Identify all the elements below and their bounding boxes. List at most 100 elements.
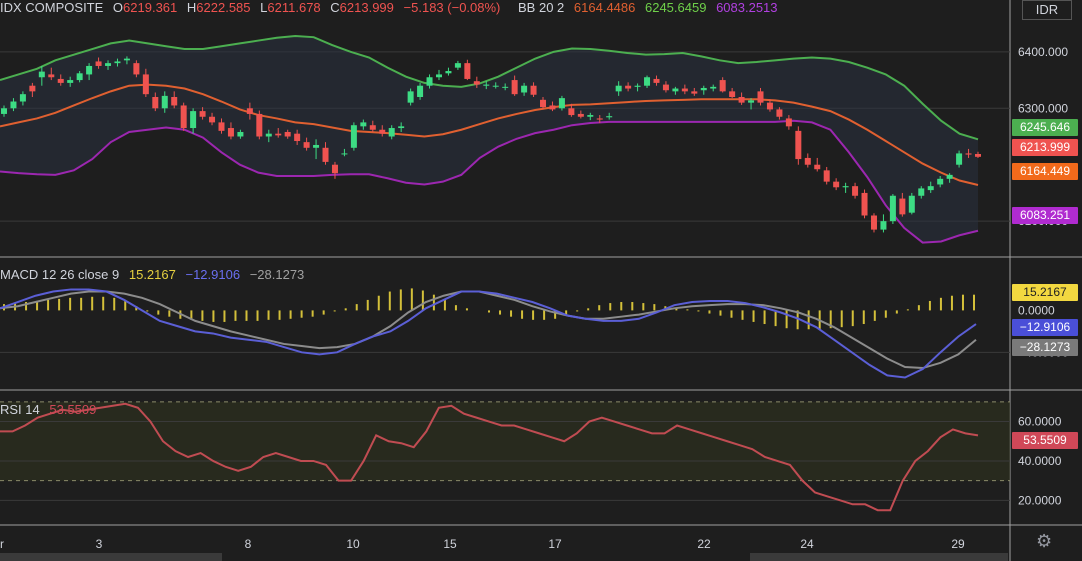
macd-legend: MACD 12 26 close 9 15.2167 −12.9106 −28.… (0, 267, 310, 282)
candle-body (190, 111, 197, 129)
candle-body (521, 85, 528, 93)
candle-body (937, 178, 944, 185)
time-tick-label: 10 (346, 537, 360, 551)
candle-body (464, 63, 471, 79)
rsi-price-label: 53.5509 (1012, 432, 1078, 449)
bb-label: BB 20 2 (518, 0, 565, 15)
candle-body (48, 74, 55, 78)
candle-body (142, 74, 149, 95)
candle-body (644, 77, 651, 86)
macd-signal-price-label: −28.1273 (1012, 339, 1078, 356)
candle-body (804, 157, 811, 165)
time-tick-label: 24 (800, 537, 814, 551)
candle-body (681, 88, 688, 92)
time-tick-label: 29 (951, 537, 965, 551)
settings-gear-icon[interactable]: ⚙ (1036, 531, 1052, 552)
candle-body (67, 80, 74, 83)
candle-body (350, 125, 357, 148)
candle-body (558, 98, 565, 109)
candle-body (10, 101, 17, 109)
candle-body (719, 80, 726, 92)
bb-upper-price-label: 6245.646 (1012, 119, 1078, 136)
candle-body (209, 116, 216, 123)
candle-body (445, 71, 452, 74)
candle-body (549, 105, 556, 110)
candle-body (956, 153, 963, 165)
candle-body (294, 133, 301, 142)
candle-body (776, 109, 783, 117)
time-scrollbar (0, 553, 222, 561)
candle-body (785, 118, 792, 127)
candle-body (417, 85, 424, 97)
candle-body (908, 195, 915, 213)
candle-body (313, 144, 320, 148)
candle-body (852, 186, 859, 196)
candle-body (833, 181, 840, 188)
rsi-tick-label: 20.0000 (1018, 493, 1062, 507)
candle-body (152, 97, 159, 109)
bb-upper-value: 6245.6459 (644, 0, 707, 15)
candle-body (426, 77, 433, 86)
candle-body (748, 100, 755, 103)
currency-select[interactable]: IDR (1022, 0, 1072, 20)
candle-body (540, 99, 547, 108)
time-tick-label: 22 (697, 537, 711, 551)
macd-label: MACD 12 26 close 9 (0, 267, 120, 282)
candle-body (899, 198, 906, 215)
candle-body (757, 91, 764, 103)
candle-body (105, 63, 112, 66)
candle-body (492, 85, 499, 87)
candle-body (57, 78, 64, 83)
open-value: O6219.361 (112, 0, 178, 15)
candle-body (199, 111, 206, 117)
candle-body (766, 102, 773, 110)
candle-body (634, 85, 641, 87)
high-value: H6222.585 (186, 0, 251, 15)
rsi-tick-label: 40.0000 (1018, 454, 1062, 468)
candle-body (29, 85, 36, 92)
rsi-tick-label: 60.0000 (1018, 415, 1062, 429)
candle-body (256, 113, 263, 137)
candle-body (672, 88, 679, 92)
candle-body (180, 105, 187, 129)
candle-body (729, 91, 736, 97)
time-scrollbar (750, 553, 1008, 561)
candle-body (265, 133, 272, 137)
bb-lower-value: 6083.2513 (716, 0, 778, 15)
price-tick-label: 6400.000 (1018, 45, 1068, 59)
candle-body (379, 129, 386, 134)
candle-body (1, 108, 7, 114)
candle-body (123, 58, 130, 61)
change-value: −5.183 (−0.08%) (403, 0, 501, 15)
candle-body (691, 91, 698, 94)
candle-body (407, 91, 414, 103)
candle-body (218, 122, 225, 131)
candle-body (341, 153, 348, 155)
candle-body (568, 108, 575, 116)
close-price-label: 6213.999 (1012, 139, 1078, 156)
candle-body (275, 133, 282, 136)
candle-body (246, 108, 253, 114)
candle-body (975, 153, 981, 157)
rsi-legend: RSI 14 53.5509 (0, 402, 102, 417)
candle-body (842, 186, 849, 188)
rsi-band-fill (0, 401, 1010, 481)
time-tick-label: 3 (96, 537, 103, 551)
candle-body (360, 122, 367, 127)
candle-body (161, 95, 168, 109)
candle-body (530, 85, 537, 95)
candle-body (86, 65, 93, 75)
candle-body (861, 192, 868, 216)
candle-body (625, 85, 632, 89)
rsi-value: 53.5509 (49, 402, 97, 417)
candle-body (927, 186, 934, 191)
bb-mid-value: 6164.4486 (573, 0, 636, 15)
time-tick-label: r (0, 537, 4, 551)
candle-body (502, 86, 509, 88)
candle-body (227, 128, 234, 137)
candle-body (700, 87, 707, 91)
candle-body (965, 153, 972, 155)
symbol-name: IDX COMPOSITE (0, 0, 104, 15)
candle-body (322, 147, 329, 162)
macd-hist-price-label: 15.2167 (1012, 284, 1078, 301)
